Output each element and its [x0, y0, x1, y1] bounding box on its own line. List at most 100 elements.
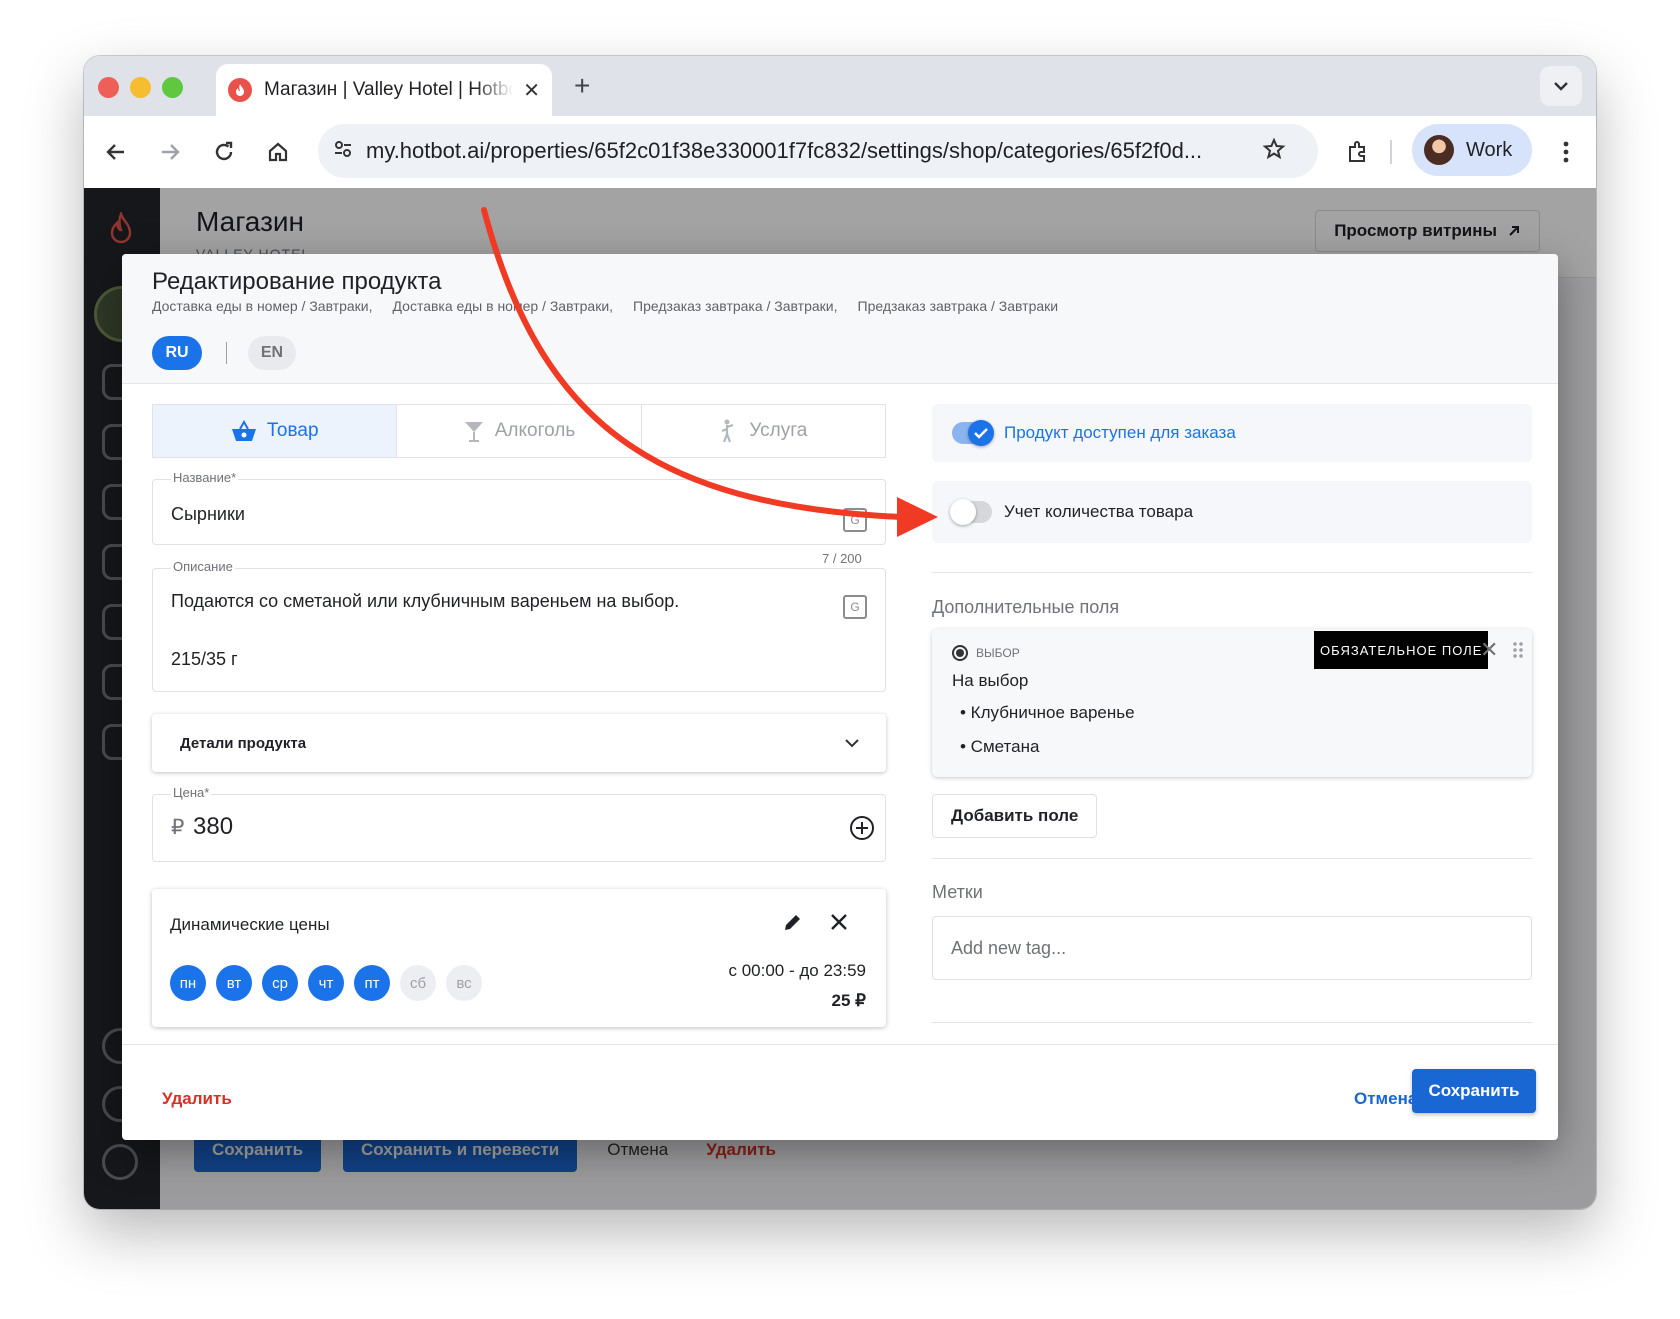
- lang-separator: [226, 342, 227, 364]
- person-service-icon: [721, 419, 734, 443]
- tab-product-label: Товар: [266, 420, 319, 441]
- description-field-label: Описание: [171, 559, 235, 574]
- field-option: • Клубничное варенье: [960, 703, 1135, 722]
- tab-alcohol-label: Алкоголь: [494, 420, 576, 441]
- field-type: Выбор: [952, 645, 1020, 661]
- browser-tab[interactable]: Магазин | Valley Hotel | Hotbot ✕: [216, 64, 552, 116]
- tab-alcohol[interactable]: Алкоголь: [397, 405, 642, 457]
- price-value: 380: [193, 813, 234, 840]
- tab-strip: Магазин | Valley Hotel | Hotbot ✕ +: [84, 56, 1596, 116]
- translate-icon[interactable]: G: [843, 595, 867, 619]
- name-field[interactable]: Название* Сырники G: [152, 470, 886, 545]
- tags-input[interactable]: [932, 916, 1532, 980]
- day-chip-sun[interactable]: вс: [446, 965, 482, 1001]
- remove-field-icon[interactable]: ✕: [1480, 637, 1498, 663]
- breadcrumb: Доставка еды в номер / Завтраки,: [152, 298, 373, 314]
- save-button[interactable]: Сохранить: [1412, 1069, 1536, 1113]
- field-option: • Сметана: [960, 737, 1040, 756]
- avatar: [1424, 135, 1454, 165]
- tab-product[interactable]: Товар: [153, 405, 398, 457]
- dynamic-price-time: с 00:00 - до 23:59: [728, 961, 866, 980]
- product-details-label: Детали продукта: [180, 734, 307, 752]
- field-title: На выбор: [952, 671, 1029, 690]
- new-tab-button[interactable]: +: [574, 70, 590, 102]
- dynamic-price-value: 25 ₽: [831, 991, 866, 1010]
- stock-switch[interactable]: [950, 499, 992, 525]
- stock-toggle-row[interactable]: Учет количества товара: [932, 481, 1532, 543]
- dialog-title: Редактирование продукта: [152, 268, 442, 295]
- add-field-button[interactable]: Добавить поле: [932, 794, 1098, 838]
- description-field[interactable]: Описание Подаются со сметаной или клубни…: [152, 559, 886, 692]
- close-window-button[interactable]: [98, 77, 119, 98]
- back-button[interactable]: [98, 134, 134, 170]
- required-badge: Обязательное поле: [1314, 631, 1489, 669]
- day-chip-thu[interactable]: чт: [308, 965, 344, 1001]
- bookmark-star-icon[interactable]: [1262, 136, 1286, 166]
- product-details-accordion[interactable]: Детали продукта: [152, 714, 886, 772]
- day-chip-wed[interactable]: ср: [262, 965, 298, 1001]
- minimize-window-button[interactable]: [130, 77, 151, 98]
- close-tab-icon[interactable]: ✕: [523, 78, 540, 103]
- dynamic-prices-title: Динамические цены: [170, 915, 330, 934]
- switch-knob: [950, 499, 976, 525]
- profile-label: Work: [1466, 138, 1513, 161]
- tab-service[interactable]: Услуга: [642, 405, 885, 457]
- divider: [932, 858, 1532, 859]
- tab-title: Магазин | Valley Hotel | Hotbot: [264, 79, 514, 100]
- more-vertical-icon: [1563, 141, 1569, 163]
- home-button[interactable]: [260, 134, 296, 170]
- forward-arrow-icon: [162, 144, 180, 160]
- lang-tab-ru[interactable]: RU: [152, 336, 202, 370]
- delete-product-link[interactable]: Удалить: [162, 1089, 232, 1109]
- day-chip-sat[interactable]: сб: [400, 965, 436, 1001]
- extra-fields-label: Дополнительные поля: [932, 597, 1120, 617]
- product-type-tabs: Товар Алкоголь Услуга: [152, 404, 886, 458]
- available-switch[interactable]: [952, 420, 994, 446]
- name-field-label: Название*: [171, 470, 239, 485]
- reload-button[interactable]: [206, 134, 242, 170]
- breadcrumb: Предзаказ завтрака / Завтраки,: [633, 298, 838, 314]
- toolbar-divider: [1390, 140, 1392, 164]
- drag-handle-icon[interactable]: [1512, 641, 1524, 659]
- browser-menu-button[interactable]: [1548, 134, 1584, 170]
- name-field-value: Сырники: [171, 504, 245, 524]
- close-icon[interactable]: [830, 913, 848, 931]
- category-breadcrumbs: Доставка еды в номер / Завтраки, Доставк…: [152, 298, 1058, 314]
- extra-field-card[interactable]: Выбор Обязательное поле ✕ На выбор • Клу…: [932, 629, 1532, 777]
- day-chip-mon[interactable]: пн: [170, 965, 206, 1001]
- cocktail-icon: [464, 422, 483, 442]
- extensions-button[interactable]: [1340, 134, 1376, 170]
- price-field[interactable]: Цена* ₽ 380: [152, 785, 886, 862]
- dialog-footer: Удалить Отмена Сохранить: [122, 1044, 1558, 1140]
- maximize-window-button[interactable]: [162, 77, 183, 98]
- available-toggle-row[interactable]: Продукт доступен для заказа: [932, 404, 1532, 462]
- tab-search-button[interactable]: [1540, 66, 1582, 106]
- divider: [932, 1022, 1532, 1023]
- site-settings-icon[interactable]: [332, 138, 354, 165]
- breadcrumb: Доставка еды в номер / Завтраки,: [392, 298, 614, 314]
- reload-icon: [215, 141, 233, 161]
- day-chip-tue[interactable]: вт: [216, 965, 252, 1001]
- hotbot-favicon-icon: [228, 78, 252, 102]
- description-line-1: Подаются со сметаной или клубничным варе…: [171, 591, 680, 611]
- lang-tab-en[interactable]: EN: [248, 336, 296, 370]
- divider: [932, 572, 1532, 573]
- translate-icon[interactable]: G: [843, 508, 867, 532]
- chevron-down-icon: [1554, 82, 1568, 91]
- description-line-2: 215/35 г: [171, 649, 238, 669]
- home-icon: [268, 142, 288, 162]
- description-counter: 7 / 200: [822, 551, 862, 566]
- add-circle-icon[interactable]: [849, 815, 875, 841]
- address-bar[interactable]: my.hotbot.ai/properties/65f2c01f38e33000…: [318, 124, 1318, 178]
- check-icon: [968, 420, 994, 446]
- browser-toolbar: my.hotbot.ai/properties/65f2c01f38e33000…: [84, 116, 1596, 188]
- puzzle-icon: [1349, 141, 1365, 162]
- available-toggle-label: Продукт доступен для заказа: [1004, 423, 1236, 442]
- day-chip-fri[interactable]: пт: [354, 965, 390, 1001]
- dialog-header: Редактирование продукта Доставка еды в н…: [122, 254, 1558, 384]
- breadcrumb: Предзаказ завтрака / Завтраки: [857, 298, 1059, 314]
- cancel-link[interactable]: Отмена: [1354, 1089, 1417, 1109]
- edit-pencil-icon[interactable]: [782, 911, 804, 933]
- profile-button[interactable]: Work: [1412, 124, 1532, 176]
- forward-button[interactable]: [152, 134, 188, 170]
